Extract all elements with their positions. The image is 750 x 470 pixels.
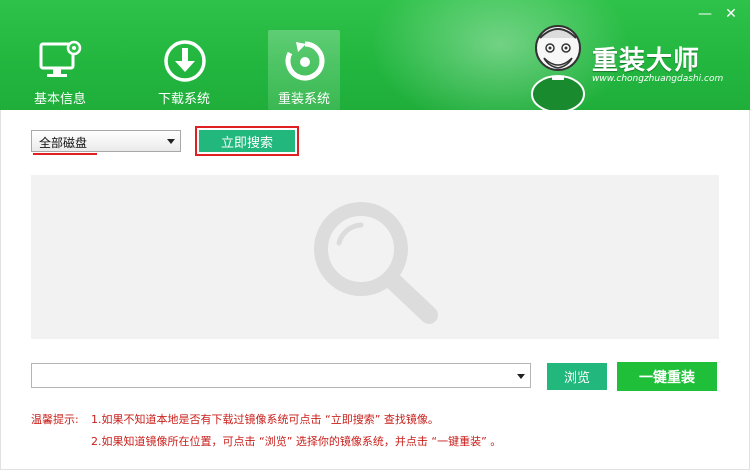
mascot-icon bbox=[531, 25, 585, 110]
header-bar: — ✕ 基本信息 下载系统 重装系统 重装大师 www.chongzhuangd… bbox=[0, 0, 750, 110]
main-panel: 全部磁盘 立即搜索 浏览 一键重装 温馨提示: 1.如果不知道本地是否有下载过镜… bbox=[0, 110, 750, 470]
one-click-reinstall-button[interactable]: 一键重装 bbox=[617, 362, 717, 391]
brand-name: 重装大师 bbox=[592, 46, 701, 76]
brand-site: www.chongzhuangdashi.com bbox=[592, 74, 724, 84]
magnifier-icon bbox=[314, 202, 438, 324]
search-button-highlight: 立即搜索 bbox=[195, 126, 299, 156]
tip-line-1: 1.如果不知道本地是否有下载过镜像系统可点击 “立即搜索” 查找镜像。 bbox=[91, 413, 439, 426]
tab-basic-info[interactable]: 基本信息 bbox=[24, 30, 96, 110]
chevron-down-icon bbox=[517, 374, 525, 379]
search-now-button[interactable]: 立即搜索 bbox=[199, 130, 295, 152]
disk-select-value: 全部磁盘 bbox=[39, 136, 88, 150]
chevron-down-icon bbox=[167, 139, 175, 144]
tab-download-system[interactable]: 下载系统 bbox=[148, 30, 220, 110]
brand-logo: 重装大师 www.chongzhuangdashi.com bbox=[528, 14, 738, 110]
tab-basic-info-label: 基本信息 bbox=[33, 92, 86, 107]
image-path-combo[interactable] bbox=[31, 363, 531, 388]
search-results-area bbox=[31, 175, 719, 339]
disk-highlight-underline bbox=[33, 153, 97, 155]
browse-button[interactable]: 浏览 bbox=[547, 363, 607, 390]
tab-download-system-label: 下载系统 bbox=[157, 92, 210, 107]
tip-line-2: 2.如果知道镜像所在位置，可点击 “浏览” 选择你的镜像系统，并点击 “一键重装… bbox=[91, 435, 502, 448]
disk-select[interactable]: 全部磁盘 bbox=[31, 130, 181, 152]
download-arrow-icon bbox=[164, 40, 206, 82]
tab-reinstall-system[interactable]: 重装系统 bbox=[268, 30, 340, 110]
tab-reinstall-system-label: 重装系统 bbox=[277, 92, 330, 107]
tips-label: 温馨提示: bbox=[31, 413, 79, 426]
reinstall-disc-icon bbox=[285, 41, 325, 81]
monitor-gear-icon bbox=[39, 40, 82, 77]
